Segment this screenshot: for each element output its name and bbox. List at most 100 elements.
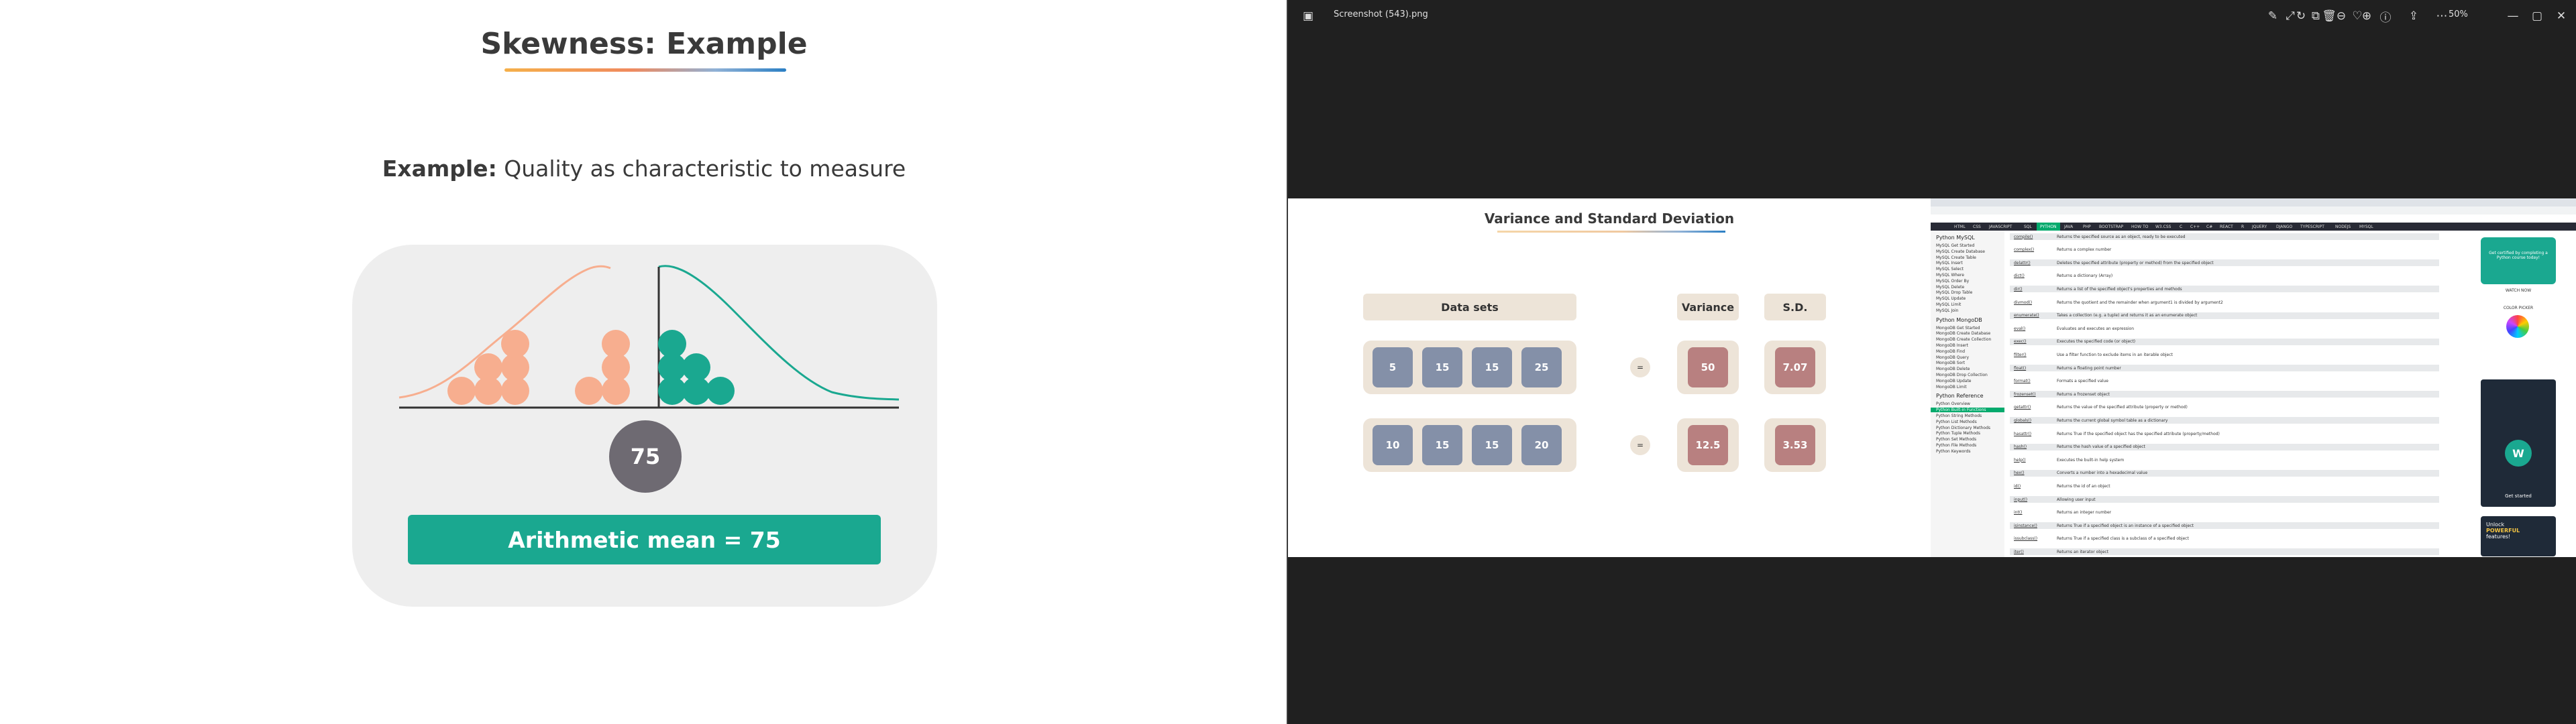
sidebar-heading: Python MySQL: [1936, 235, 1975, 241]
sidebar-link[interactable]: MongoDB Insert: [1936, 343, 1968, 348]
w3-nav-item[interactable]: PYTHON: [2037, 223, 2060, 231]
sidebar-link[interactable]: Python Tuple Methods: [1936, 431, 1980, 436]
w3-nav-item[interactable]: CSS: [1970, 223, 1984, 231]
function-name-link[interactable]: complex(): [2010, 247, 2057, 252]
function-name-link[interactable]: compile(): [2010, 235, 2057, 239]
sidebar-link[interactable]: Python Set Methods: [1936, 437, 1976, 442]
w3-nav-item[interactable]: DJANGO: [2273, 223, 2296, 231]
function-name-link[interactable]: input(): [2010, 497, 2057, 502]
sidebar-link[interactable]: Python List Methods: [1936, 420, 1977, 424]
w3-nav-item[interactable]: C#: [2203, 223, 2216, 231]
function-description: Executes the built-in help system: [2057, 457, 2125, 463]
sidebar-link[interactable]: MongoDB Sort: [1936, 361, 1965, 365]
w3-nav-item[interactable]: REACT: [2216, 223, 2237, 231]
sidebar-link[interactable]: MongoDB Find: [1936, 349, 1965, 354]
function-name-link[interactable]: filter(): [2010, 353, 2057, 357]
sidebar-link[interactable]: MySQL Create Table: [1936, 255, 1976, 260]
function-name-link[interactable]: issubclass(): [2010, 536, 2057, 541]
function-name-link[interactable]: exec(): [2010, 339, 2057, 344]
minimize-icon[interactable]: —: [2502, 5, 2524, 27]
sidebar-link[interactable]: Python String Methods: [1936, 414, 1982, 418]
table-row: divmod() Returns the quotient and the rem…: [2010, 299, 2439, 306]
w3-nav-item[interactable]: BOOTSTRAP: [2096, 223, 2127, 231]
w3-nav-item[interactable]: JQUERY: [2249, 223, 2270, 231]
gallery-icon[interactable]: ▣: [1297, 5, 1319, 27]
crop-icon[interactable]: ⧉: [2305, 5, 2326, 27]
w3-nav-item[interactable]: PHP: [2080, 223, 2094, 231]
right-dot: [682, 353, 710, 381]
function-name-link[interactable]: float(): [2010, 366, 2057, 371]
sidebar-link[interactable]: MongoDB Update: [1936, 379, 1972, 383]
w3-nav-item[interactable]: JAVA: [2061, 223, 2076, 231]
function-name-link[interactable]: format(): [2010, 379, 2057, 383]
sidebar-link[interactable]: Python Dictionary Methods: [1936, 426, 1990, 430]
w3-nav-item[interactable]: NODEJS: [2332, 223, 2354, 231]
function-name-link[interactable]: globals(): [2010, 418, 2057, 423]
function-name-link[interactable]: hash(): [2010, 444, 2057, 449]
sidebar-link[interactable]: MySQL Join: [1936, 308, 1958, 313]
fullscreen-icon[interactable]: ⤢: [2279, 5, 2301, 27]
function-name-link[interactable]: delattr(): [2010, 261, 2057, 265]
right-ad-column: Get certified by completing a Python cou…: [2467, 231, 2568, 557]
w3-nav-item[interactable]: C: [2176, 223, 2186, 231]
zoom-in-icon[interactable]: ⊕: [2356, 5, 2377, 27]
w3-nav-item[interactable]: R: [2238, 223, 2247, 231]
sidebar-link[interactable]: MySQL Limit: [1936, 302, 1961, 307]
w3-nav-item[interactable]: W3.CSS: [2152, 223, 2174, 231]
function-name-link[interactable]: getattr(): [2010, 405, 2057, 410]
mean-value-circle: 75: [609, 420, 682, 493]
maximize-icon[interactable]: ▢: [2526, 5, 2548, 27]
sidebar-link[interactable]: MongoDB Get Started: [1936, 326, 1980, 330]
info-icon[interactable]: ⓘ: [2375, 5, 2396, 27]
close-icon[interactable]: ✕: [2551, 5, 2572, 27]
function-name-link[interactable]: divmod(): [2010, 300, 2057, 305]
function-name-link[interactable]: hasattr(): [2010, 432, 2057, 436]
sidebar-link[interactable]: MySQL Insert: [1936, 261, 1963, 265]
sidebar-link[interactable]: Python Keywords: [1936, 449, 1970, 454]
w3-nav-item[interactable]: HOW TO: [2128, 223, 2151, 231]
w3-nav-item[interactable]: MYSQL: [2356, 223, 2377, 231]
function-name-link[interactable]: frozenset(): [2010, 392, 2057, 397]
equals-circle: =: [1630, 435, 1650, 455]
sidebar-link[interactable]: MySQL Order By: [1936, 279, 1969, 284]
sidebar-link[interactable]: MongoDB Create Database: [1936, 331, 1990, 336]
sidebar-link[interactable]: Python File Methods: [1936, 443, 1976, 448]
sidebar-link[interactable]: MySQL Create Database: [1936, 249, 1985, 254]
share-icon[interactable]: ⇪: [2403, 5, 2424, 27]
function-name-link[interactable]: eval(): [2010, 326, 2057, 331]
function-name-link[interactable]: help(): [2010, 458, 2057, 463]
sidebar-link[interactable]: Python Built-in Functions: [1931, 408, 2004, 413]
w3-nav-item[interactable]: TYPESCRIPT: [2297, 223, 2328, 231]
function-name-link[interactable]: enumerate(): [2010, 313, 2057, 318]
function-name-link[interactable]: id(): [2010, 484, 2057, 489]
function-name-link[interactable]: dict(): [2010, 274, 2057, 278]
left-dot: [575, 377, 603, 405]
zoom-out-icon[interactable]: ⊖: [2330, 5, 2352, 27]
sidebar-link[interactable]: MongoDB Limit: [1936, 385, 1967, 389]
function-name-link[interactable]: int(): [2010, 510, 2057, 515]
header-data-sets: Data sets: [1363, 294, 1576, 320]
function-name-link[interactable]: dir(): [2010, 287, 2057, 292]
sidebar-link[interactable]: MySQL Get Started: [1936, 243, 1974, 248]
sidebar-link[interactable]: MySQL Drop Table: [1936, 290, 1972, 295]
w3-nav-item[interactable]: JAVASCRIPT: [1986, 223, 2015, 231]
color-wheel-icon[interactable]: [2506, 315, 2529, 338]
w3-nav-item[interactable]: SQL: [2021, 223, 2035, 231]
w3-nav-item[interactable]: HTML: [1951, 223, 1969, 231]
sidebar-link[interactable]: MongoDB Create Collection: [1936, 337, 1991, 342]
sidebar-link[interactable]: MySQL Where: [1936, 273, 1964, 278]
watch-now-label[interactable]: WATCH NOW: [2498, 288, 2538, 295]
function-name-link[interactable]: hex(): [2010, 471, 2057, 475]
sidebar-link[interactable]: MongoDB Delete: [1936, 367, 1970, 371]
sidebar-link[interactable]: MongoDB Drop Collection: [1936, 373, 1988, 377]
function-name-link[interactable]: isinstance(): [2010, 524, 2057, 528]
get-started-label[interactable]: Get started: [2483, 493, 2553, 501]
table-row: issubclass() Returns True if a specified …: [2010, 535, 2439, 542]
sidebar-link[interactable]: MongoDB Query: [1936, 355, 1969, 360]
sidebar-link[interactable]: Python Overview: [1936, 402, 1970, 406]
w3-nav-item[interactable]: C++: [2187, 223, 2203, 231]
sidebar-link[interactable]: MySQL Delete: [1936, 285, 1964, 290]
function-name-link[interactable]: iter(): [2010, 550, 2057, 554]
sidebar-link[interactable]: MySQL Update: [1936, 296, 1966, 301]
sidebar-link[interactable]: MySQL Select: [1936, 267, 1964, 272]
